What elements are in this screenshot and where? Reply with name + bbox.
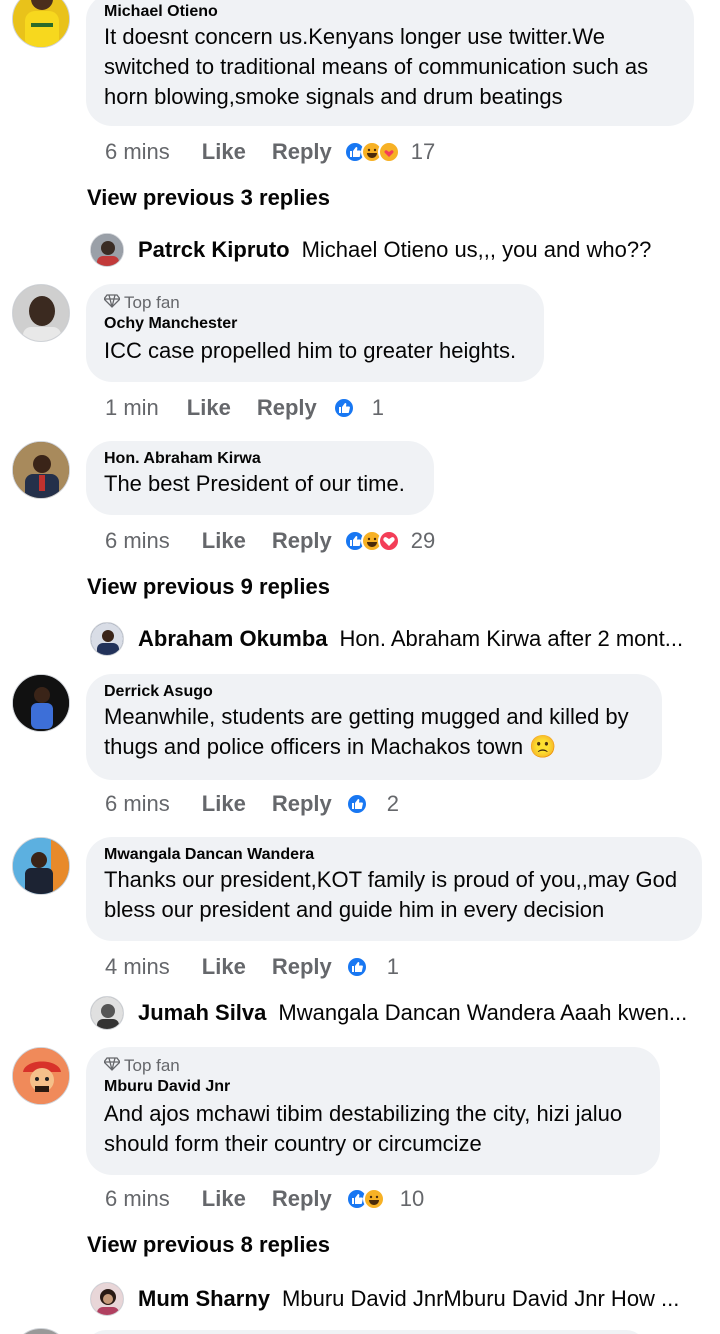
diamond-icon bbox=[103, 292, 121, 314]
avatar-photo bbox=[13, 0, 69, 47]
avatar[interactable] bbox=[90, 233, 124, 267]
like-button[interactable]: Like bbox=[202, 1186, 246, 1212]
top-fan-label: Top fan bbox=[124, 1056, 180, 1075]
reply-button[interactable]: Reply bbox=[272, 528, 332, 554]
like-button[interactable]: Like bbox=[202, 954, 246, 980]
comment-text-line: should form their country or circumcize bbox=[104, 1131, 482, 1156]
like-button[interactable]: Like bbox=[202, 791, 246, 817]
comment-meta: 6 mins Like Reply 2 bbox=[105, 789, 399, 819]
like-reaction-icon bbox=[332, 397, 355, 419]
comment-text-line: Thanks our president,KOT family is proud… bbox=[104, 867, 678, 892]
comment-text-line: ICC case propelled him to greater height… bbox=[104, 338, 517, 363]
top-fan-badge: Top fan bbox=[103, 292, 526, 314]
comment-bubble[interactable]: Hon. Abraham Kirwa The best President of… bbox=[86, 441, 434, 515]
reactions-summary[interactable] bbox=[343, 141, 400, 163]
avatar[interactable] bbox=[12, 1047, 70, 1105]
comment-meta: 4 mins Like Reply 1 bbox=[105, 952, 399, 982]
comment-bubble[interactable]: Top fan Mburu David Jnr And ajos mchawi … bbox=[86, 1047, 660, 1175]
comment-bubble[interactable]: Mwangala Dancan Wandera Thanks our presi… bbox=[86, 837, 702, 941]
avatar[interactable] bbox=[12, 284, 70, 342]
comment-time: 6 mins bbox=[105, 1186, 170, 1211]
avatar[interactable] bbox=[12, 674, 70, 732]
view-previous-replies-link[interactable]: View previous 3 replies bbox=[87, 185, 330, 211]
like-reaction-icon bbox=[345, 956, 368, 978]
comment-text-line: The best President of our time. bbox=[104, 471, 405, 496]
comment-author[interactable]: Mwangala Dancan Wandera bbox=[104, 845, 684, 865]
reply-preview[interactable]: Patrck Kipruto Michael Otieno us,,, you … bbox=[90, 232, 651, 268]
like-button[interactable]: Like bbox=[202, 139, 246, 165]
comment-bubble[interactable]: Michael Otieno It doesnt concern us.Keny… bbox=[86, 0, 694, 126]
reply-button[interactable]: Reply bbox=[272, 1186, 332, 1212]
reply-button[interactable]: Reply bbox=[272, 791, 332, 817]
comment-time: 6 mins bbox=[105, 791, 170, 816]
comment-time: 1 min bbox=[105, 395, 159, 420]
like-reaction-icon bbox=[345, 793, 368, 815]
comment-text-line: switched to traditional means of communi… bbox=[104, 54, 649, 79]
comment-meta: 6 mins Like Reply 17 bbox=[105, 137, 435, 167]
view-previous-replies-link[interactable]: View previous 8 replies bbox=[87, 1232, 330, 1258]
reply-text: Michael Otieno us,,, you and who?? bbox=[301, 237, 652, 262]
reactions-summary[interactable] bbox=[345, 793, 368, 815]
reply-button[interactable]: Reply bbox=[272, 139, 332, 165]
reply-preview[interactable]: Mum Sharny Mburu David JnrMburu David Jn… bbox=[90, 1281, 679, 1317]
reply-button[interactable]: Reply bbox=[257, 395, 317, 421]
reactions-summary[interactable] bbox=[332, 397, 355, 419]
like-button[interactable]: Like bbox=[187, 395, 231, 421]
care-reaction-icon bbox=[377, 141, 400, 163]
comment-time: 4 mins bbox=[105, 954, 170, 979]
avatar[interactable] bbox=[12, 0, 70, 48]
reply-author[interactable]: Mum Sharny bbox=[138, 1286, 270, 1312]
like-button[interactable]: Like bbox=[202, 528, 246, 554]
top-fan-badge: Top fan bbox=[103, 1055, 642, 1077]
reply-text: Mburu David JnrMburu David Jnr How ... bbox=[282, 1286, 680, 1311]
haha-reaction-icon bbox=[362, 1188, 385, 1210]
reply-text: Hon. Abraham Kirwa after 2 mont... bbox=[339, 626, 684, 651]
comment-text-line: thugs and police officers in Machakos to… bbox=[104, 734, 557, 759]
comment-text-line: It doesnt concern us.Kenyans longer use … bbox=[104, 24, 605, 49]
diamond-icon bbox=[103, 1055, 121, 1077]
reactions-summary[interactable] bbox=[345, 1188, 385, 1210]
avatar[interactable] bbox=[12, 1328, 70, 1334]
love-reaction-icon bbox=[377, 530, 400, 552]
comment-text-line: Meanwhile, students are getting mugged a… bbox=[104, 704, 629, 729]
reactions-summary[interactable] bbox=[343, 530, 400, 552]
comment-bubble[interactable]: Derrick Asugo Meanwhile, students are ge… bbox=[86, 674, 662, 780]
comment-author[interactable]: Ochy Manchester bbox=[104, 314, 526, 334]
reply-author[interactable]: Jumah Silva bbox=[138, 1000, 266, 1026]
reaction-count[interactable]: 10 bbox=[400, 1186, 424, 1212]
reply-preview[interactable]: Jumah Silva Mwangala Dancan Wandera Aaah… bbox=[90, 995, 687, 1031]
reply-preview[interactable]: Abraham Okumba Hon. Abraham Kirwa after … bbox=[90, 621, 683, 657]
reactions-summary[interactable] bbox=[345, 956, 368, 978]
view-previous-replies-link[interactable]: View previous 9 replies bbox=[87, 574, 330, 600]
comment-time: 6 mins bbox=[105, 139, 170, 164]
reaction-count[interactable]: 29 bbox=[411, 528, 435, 554]
comment-time: 6 mins bbox=[105, 528, 170, 553]
reaction-count[interactable]: 2 bbox=[387, 791, 399, 817]
comment-text-line: And ajos mchawi tibim destabilizing the … bbox=[104, 1101, 623, 1126]
reply-author[interactable]: Patrck Kipruto bbox=[138, 237, 290, 263]
reaction-count[interactable]: 1 bbox=[372, 395, 384, 421]
comment-meta: 6 mins Like Reply 29 bbox=[105, 526, 435, 556]
comment-bubble[interactable]: Top fan Ochy Manchester ICC case propell… bbox=[86, 284, 544, 382]
top-fan-label: Top fan bbox=[124, 293, 180, 312]
comment-meta: 6 mins Like Reply 10 bbox=[105, 1184, 424, 1214]
comment-author[interactable]: Michael Otieno bbox=[104, 2, 676, 22]
avatar[interactable] bbox=[12, 441, 70, 499]
reply-text: Mwangala Dancan Wandera Aaah kwen... bbox=[278, 1000, 688, 1025]
avatar[interactable] bbox=[12, 837, 70, 895]
reaction-count[interactable]: 1 bbox=[387, 954, 399, 980]
avatar[interactable] bbox=[90, 622, 124, 656]
comment-author[interactable]: Hon. Abraham Kirwa bbox=[104, 449, 416, 469]
avatar[interactable] bbox=[90, 1282, 124, 1316]
comment-author[interactable]: Derrick Asugo bbox=[104, 682, 644, 702]
comment-text-line: bless our president and guide him in eve… bbox=[104, 897, 605, 922]
comment-bubble[interactable] bbox=[86, 1330, 646, 1334]
reply-author[interactable]: Abraham Okumba bbox=[138, 626, 328, 652]
comment-text-line: horn blowing,smoke signals and drum beat… bbox=[104, 84, 563, 109]
comment-meta: 1 min Like Reply 1 bbox=[105, 393, 384, 423]
avatar[interactable] bbox=[90, 996, 124, 1030]
comment-author[interactable]: Mburu David Jnr bbox=[104, 1077, 642, 1097]
reaction-count[interactable]: 17 bbox=[411, 139, 435, 165]
reply-button[interactable]: Reply bbox=[272, 954, 332, 980]
